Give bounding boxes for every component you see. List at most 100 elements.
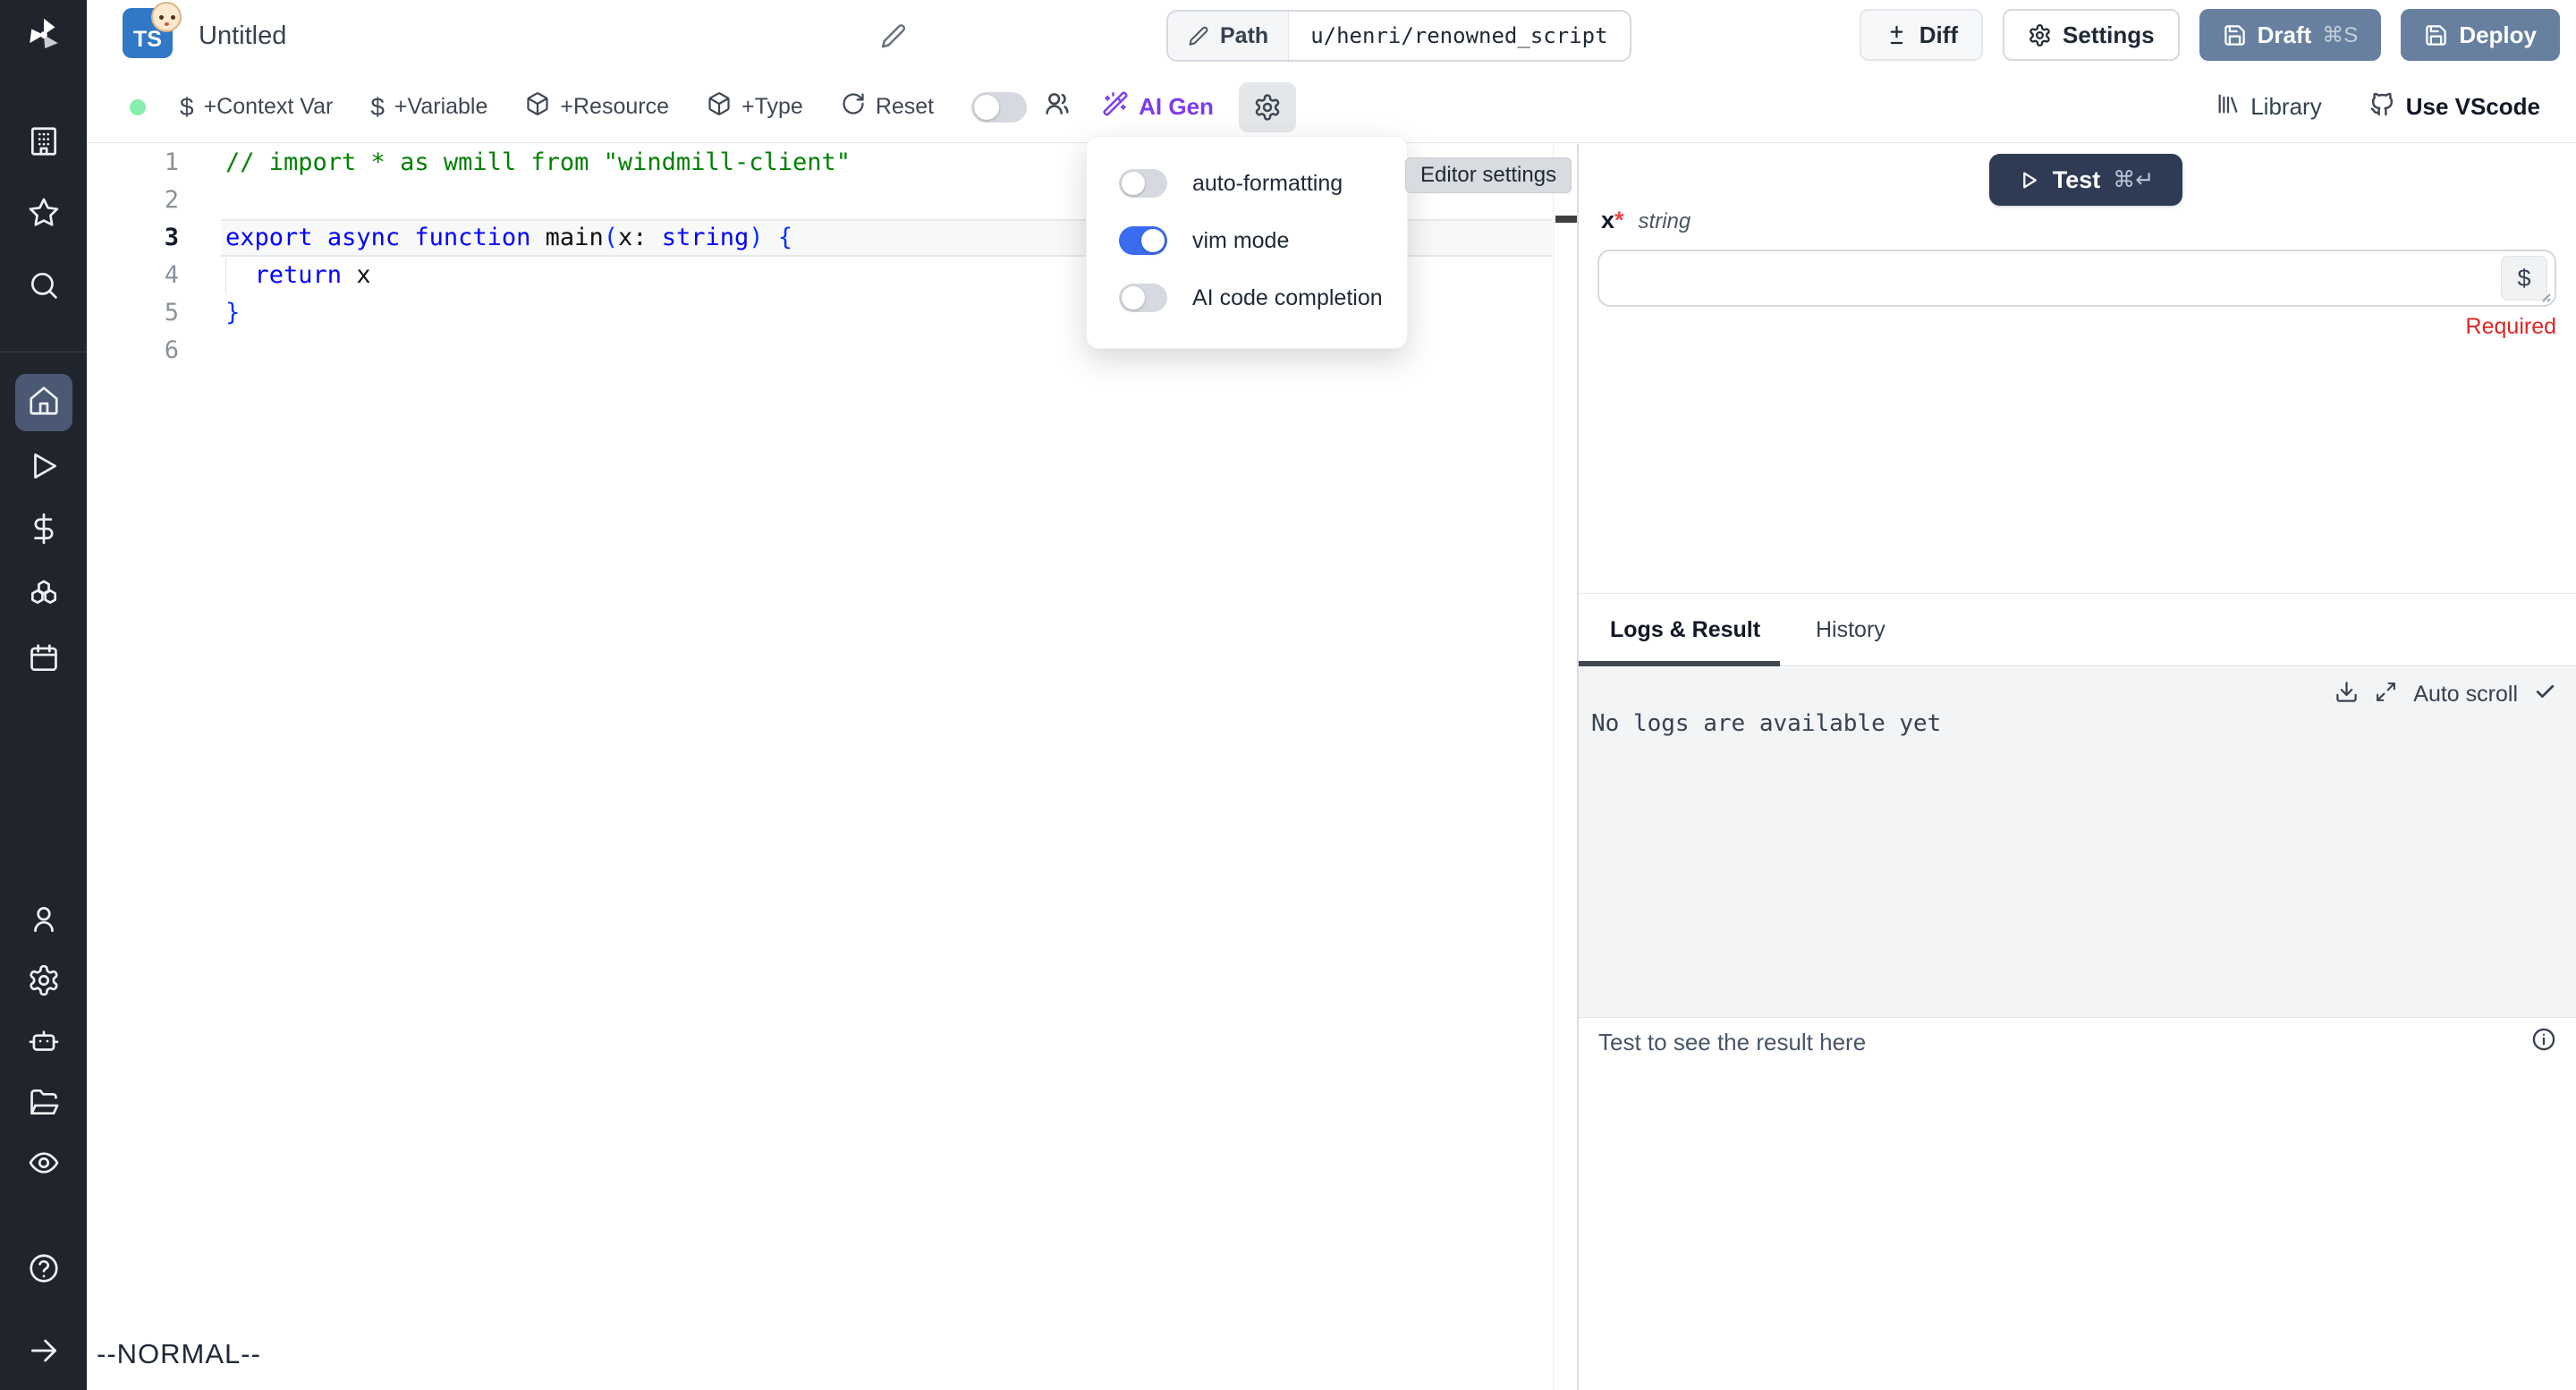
add-type-button[interactable]: +Type [707,91,803,123]
path-label-segment: Path [1168,12,1289,60]
sidebar-item-help[interactable] [15,1242,72,1299]
sidebar-item-schedules[interactable] [15,631,72,689]
package-icon [707,91,732,123]
library-label: Library [2250,93,2321,121]
result-placeholder: Test to see the result here [1598,1029,1866,1056]
save-icon [2223,23,2247,47]
robot-icon [27,1024,61,1063]
sidebar-item-expand[interactable] [15,1324,72,1381]
toggle-knob [1122,172,1145,195]
active-tab-underline [1579,661,1780,666]
arg-type: string [1639,209,1691,233]
sidebar-item-account[interactable] [15,893,72,950]
use-vscode-label: Use VScode [2406,93,2540,121]
auto-formatting-toggle[interactable] [1119,169,1167,198]
windmill-script-editor: TS Untitled Path u/henri/renowned_script… [0,0,2576,1390]
auto-scroll-label[interactable]: Auto scroll [2413,682,2518,708]
editor-settings-button[interactable] [1239,82,1296,132]
sidebar-item-search[interactable] [15,259,72,316]
eye-icon [27,1146,61,1184]
line-number-active: 3 [87,219,179,257]
code-line: export async function main(x: string) { [225,219,792,257]
vim-mode-row[interactable]: vim mode [1119,226,1289,255]
ai-code-completion-row[interactable]: AI code completion [1119,284,1383,312]
status-dot [130,99,146,115]
add-variable-button[interactable]: $ +Variable [370,93,487,122]
folder-icon [27,1085,61,1123]
home-icon [27,384,61,422]
resize-grip-icon[interactable] [2538,289,2552,303]
edit-title-pencil-icon[interactable] [880,22,907,49]
path-value[interactable]: u/henri/renowned_script [1289,12,1629,60]
ai-gen-button[interactable]: AI Gen [1102,90,1214,123]
path-field[interactable]: Path u/henri/renowned_script [1166,10,1631,62]
calendar-icon [27,641,61,680]
play-icon [2018,169,2040,191]
ai-code-completion-toggle[interactable] [1119,284,1167,312]
dollar-icon: $ [180,93,194,122]
gear-icon [27,963,61,1002]
add-resource-button[interactable]: +Resource [525,91,669,123]
arrow-right-icon [27,1334,61,1372]
test-button[interactable]: Test ⌘↵ [1989,154,2182,206]
deploy-button[interactable]: Deploy [2401,9,2560,61]
info-icon[interactable] [2531,1027,2556,1052]
logs-toolbar: Auto scroll [2334,680,2556,708]
library-button[interactable]: Library [2216,91,2321,123]
sidebar-item-settings[interactable] [15,954,72,1011]
boxes-icon [27,578,61,616]
overview-ruler-cursor [1555,216,1580,223]
line-number: 5 [87,294,179,332]
editor-toolbar: $ +Context Var $ +Variable +Resource +Ty… [87,72,2576,143]
github-icon [2368,90,2396,124]
sidebar-item-runs[interactable] [15,439,72,496]
tab-history[interactable]: History [1816,594,1885,666]
star-icon [27,196,61,234]
page-title: Untitled [199,0,286,72]
sidebar [0,0,87,1390]
draft-button[interactable]: Draft ⌘S [2199,9,2382,61]
toolbar-right: Library Use VScode [2169,90,2540,124]
toggle-knob [1141,229,1165,252]
arg-name: x [1601,207,1614,233]
download-icon[interactable] [2334,680,2359,708]
add-variable-label: +Variable [394,94,487,120]
auto-formatting-row[interactable]: auto-formatting [1119,169,1343,198]
add-context-var-button[interactable]: $ +Context Var [180,93,333,122]
top-header: TS Untitled Path u/henri/renowned_script… [87,0,2576,72]
sidebar-item-workers[interactable] [15,1014,72,1072]
sidebar-item-variables[interactable] [15,502,72,559]
draft-shortcut: ⌘S [2322,22,2358,48]
windmill-logo[interactable] [23,14,64,55]
sidebar-item-home[interactable] [15,374,72,431]
sidebar-item-favorites[interactable] [15,186,72,243]
logs-area: Auto scroll No logs are available yet [1579,667,2576,1018]
test-label: Test [2053,166,2101,194]
check-icon[interactable] [2534,681,2556,708]
package-icon [525,91,550,123]
tab-logs-result[interactable]: Logs & Result [1610,594,1760,666]
sidebar-item-resources[interactable] [15,568,72,625]
library-icon [2216,91,2241,123]
expand-icon[interactable] [2375,681,2397,708]
line-number: 2 [87,182,179,219]
vim-mode-label: vim mode [1192,228,1289,254]
pencil-icon [1188,25,1209,47]
editor-settings-tooltip: Editor settings [1405,157,1572,193]
code-line: } [225,294,240,332]
sidebar-item-audit[interactable] [15,1136,72,1193]
multiplayer-toggle[interactable] [971,92,1027,123]
settings-button[interactable]: Settings [2003,9,2180,61]
arg-input-field[interactable]: $ [1597,250,2556,307]
sidebar-item-workspace[interactable] [15,114,72,172]
line-number: 1 [87,144,179,182]
reset-button[interactable]: Reset [841,91,934,123]
sidebar-item-folders[interactable] [15,1075,72,1132]
use-vscode-button[interactable]: Use VScode [2368,90,2540,124]
diff-button[interactable]: Diff [1860,9,1983,61]
run-preview-panel: Test ⌘↵ x*string $ Required [1579,144,2576,593]
vim-mode-toggle[interactable] [1119,226,1167,255]
vim-status-bar: --NORMAL-- [97,1338,261,1370]
user-icon [27,903,61,941]
collab-users-button[interactable] [1043,89,1072,124]
